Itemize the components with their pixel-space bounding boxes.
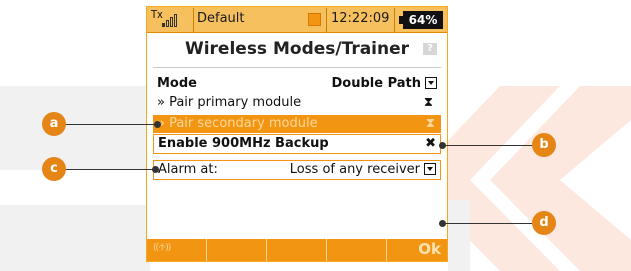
alarm-row[interactable]: Alarm at: Loss of any receiver xyxy=(153,160,441,180)
callout-a: a xyxy=(42,112,66,136)
page-title: Wireless Modes/Trainer xyxy=(184,39,410,59)
callout-d: d xyxy=(532,211,556,235)
clock: 12:22:09 xyxy=(331,11,390,26)
softkey-f1[interactable]: ((·†·)) xyxy=(147,239,207,261)
mode-value: Double Path xyxy=(331,76,421,91)
dropdown-icon[interactable] xyxy=(424,162,436,175)
divider xyxy=(326,8,327,32)
callout-b: b xyxy=(532,133,556,157)
pair-secondary-label: » Pair secondary module xyxy=(157,116,318,131)
softkey-f4[interactable] xyxy=(327,239,387,261)
wireless-trainer-icon: ((·†·)) xyxy=(153,243,171,253)
pair-primary-row[interactable]: » Pair primary module ⧗ xyxy=(157,94,437,112)
model-name: Default xyxy=(197,11,245,26)
alarm-label: Alarm at: xyxy=(158,162,218,177)
transmitter-screen: Tx Default 12:22:09 64% Wireless Modes/T… xyxy=(146,6,448,262)
signal-bar xyxy=(174,14,177,27)
divider xyxy=(394,8,395,32)
hourglass-icon: ⧗ xyxy=(425,116,435,131)
softkey-f3[interactable] xyxy=(267,239,327,261)
callout-line xyxy=(66,124,158,125)
callout-line xyxy=(442,223,532,224)
backup-toggle[interactable]: ✖ xyxy=(425,135,436,153)
backup-row[interactable]: Enable 900MHz Backup ✖ xyxy=(153,134,441,154)
callout-dot xyxy=(439,142,446,149)
hourglass-icon: ⧗ xyxy=(423,95,433,110)
mode-label: Mode xyxy=(157,76,197,91)
signal-bar xyxy=(170,17,173,27)
dropdown-icon[interactable] xyxy=(425,76,437,89)
pair-primary-label: » Pair primary module xyxy=(157,95,302,110)
alarm-value: Loss of any receiver xyxy=(289,162,420,177)
softkey-ok[interactable]: Ok xyxy=(387,239,447,261)
ok-label: Ok xyxy=(418,240,441,258)
softkey-bar: ((·†·)) Ok xyxy=(147,239,447,261)
signal-bar xyxy=(166,20,169,27)
divider xyxy=(153,67,441,68)
signal-bars-icon xyxy=(162,14,177,27)
tx-signal-indicator: Tx xyxy=(149,8,194,32)
callout-dot xyxy=(154,121,161,128)
callout-line xyxy=(442,145,532,146)
battery-icon: 64% xyxy=(399,11,443,29)
backup-label: Enable 900MHz Backup xyxy=(158,136,329,151)
softkey-f2[interactable] xyxy=(207,239,267,261)
battery-percent: 64% xyxy=(403,11,443,29)
callout-dot xyxy=(439,220,446,227)
callout-line xyxy=(66,169,154,170)
mode-row[interactable]: Mode Double Path xyxy=(157,75,437,93)
callout-dot xyxy=(152,166,159,173)
pair-secondary-row[interactable]: » Pair secondary module ⧗ xyxy=(153,115,441,133)
signal-bar xyxy=(162,23,165,27)
callout-c: c xyxy=(42,157,66,181)
status-indicator-icon xyxy=(308,13,321,26)
help-icon[interactable]: ? xyxy=(423,43,437,55)
status-bar: Tx Default 12:22:09 64% xyxy=(147,7,447,33)
